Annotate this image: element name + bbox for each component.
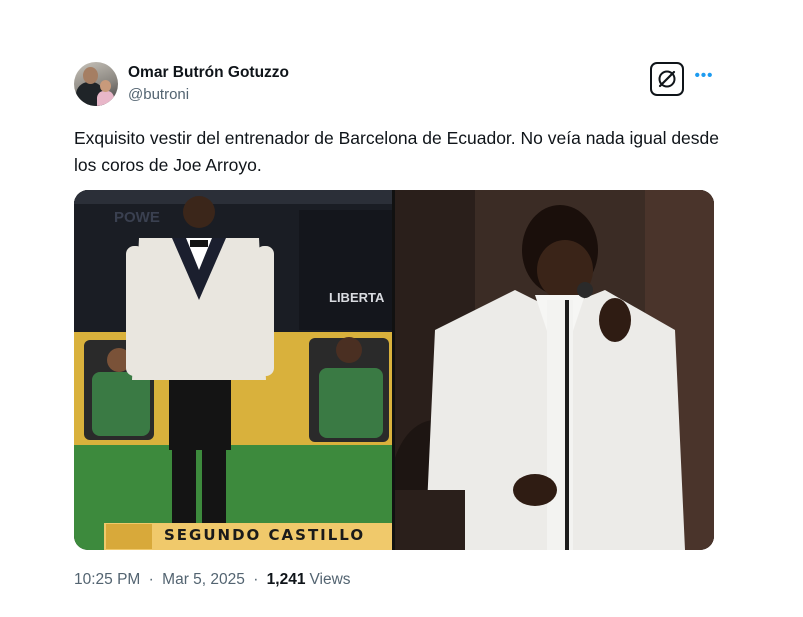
- grok-icon: [658, 70, 676, 88]
- meta-separator: ·: [148, 571, 154, 588]
- views-count[interactable]: 1,241: [267, 571, 306, 588]
- tweet-meta: 10:25 PM · Mar 5, 2025 · 1,241 Views: [74, 571, 351, 589]
- coach-photo-illustration: POWE LIBERTA: [74, 190, 392, 550]
- views-label: Views: [309, 571, 351, 588]
- author-name[interactable]: Omar Butrón Gotuzzo: [128, 64, 289, 82]
- caption-text: SEGUNDO CASTILLO: [164, 526, 366, 544]
- bg-sign-text-2: LIBERTA: [329, 290, 385, 305]
- media-image-coach[interactable]: POWE LIBERTA SEGUNDO CASTILLO: [74, 190, 392, 550]
- grok-button[interactable]: [650, 62, 684, 96]
- author-handle[interactable]: @butroni: [128, 86, 189, 103]
- meta-separator-2: ·: [253, 571, 259, 588]
- team-crest: [106, 524, 152, 549]
- media-image-singer[interactable]: [395, 190, 714, 550]
- tweet-date[interactable]: Mar 5, 2025: [162, 571, 245, 588]
- tweet-media[interactable]: POWE LIBERTA SEGUNDO CASTILLO: [74, 190, 714, 550]
- author-avatar[interactable]: [74, 62, 118, 106]
- more-options-button[interactable]: •••: [694, 66, 714, 86]
- bg-sign-text-1: POWE: [114, 209, 160, 226]
- singer-photo-illustration: [395, 190, 714, 550]
- tweet-time[interactable]: 10:25 PM: [74, 571, 140, 588]
- tweet-text: Exquisito vestir del entrenador de Barce…: [74, 128, 720, 175]
- tweet-card: Omar Butrón Gotuzzo @butroni ••• Exquisi…: [0, 0, 803, 617]
